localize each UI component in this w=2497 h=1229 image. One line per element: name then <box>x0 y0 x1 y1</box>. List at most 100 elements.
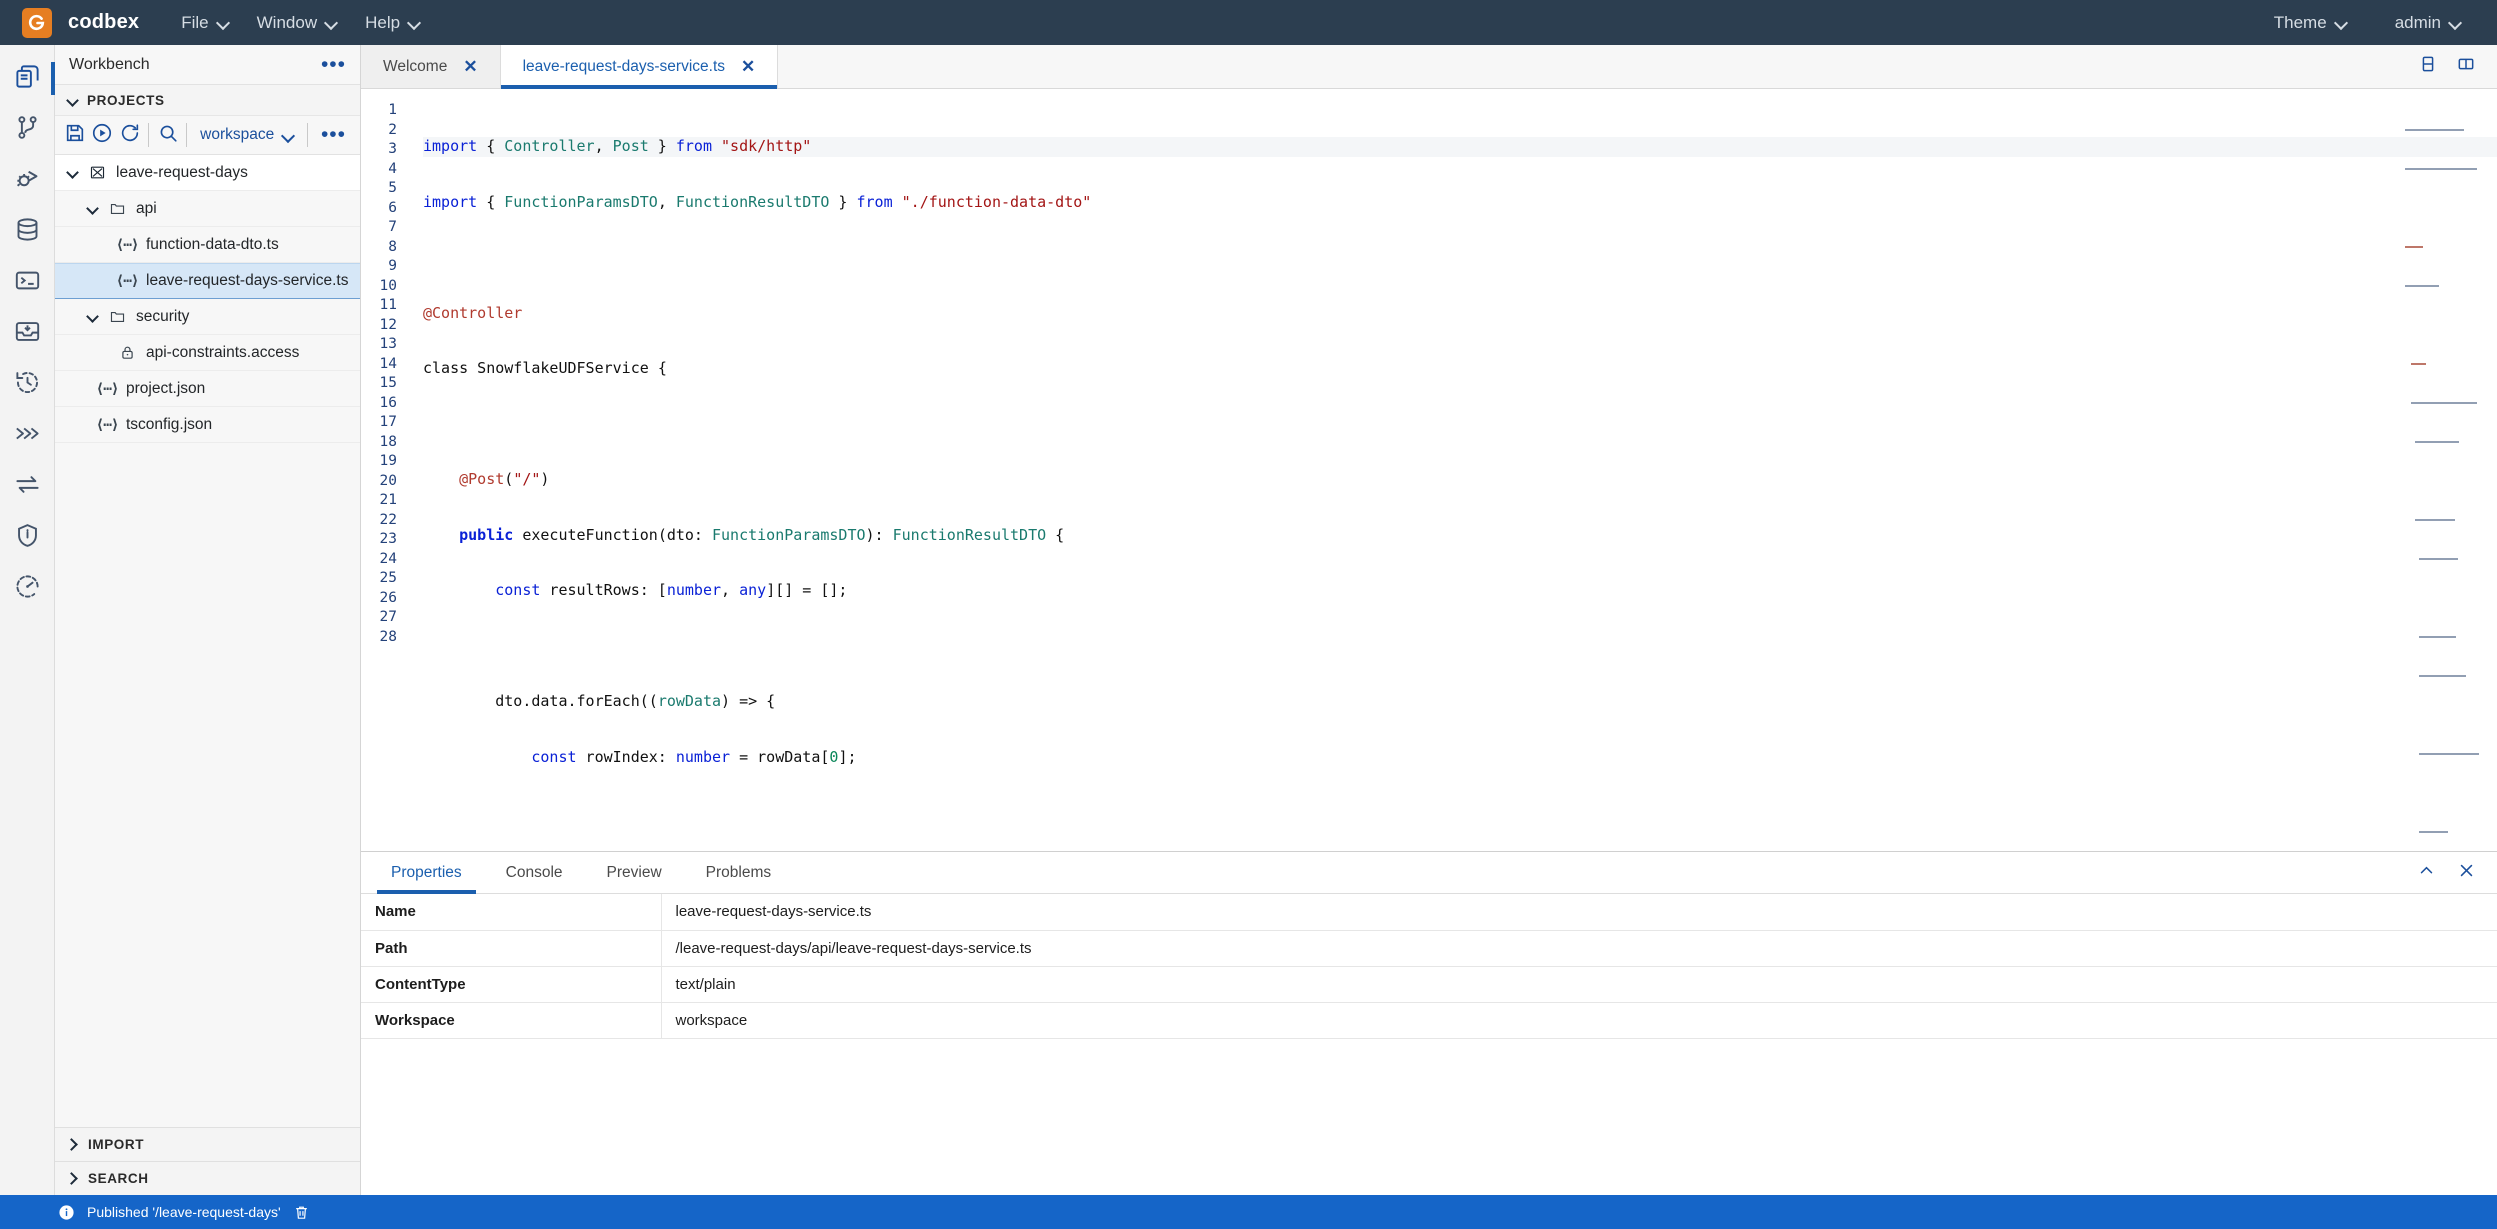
activity-bar <box>0 45 55 1195</box>
activity-item-history[interactable] <box>0 359 55 410</box>
explorer-more-button[interactable]: ••• <box>321 54 346 75</box>
tree-item-label: tsconfig.json <box>126 415 213 433</box>
chevron-right-icon <box>67 1139 78 1150</box>
explorer-footer: IMPORT SEARCH <box>55 1127 360 1195</box>
line-number: 11 <box>379 297 397 313</box>
panel-collapse-button[interactable] <box>2411 858 2441 888</box>
chevron-right-icon <box>67 1173 78 1184</box>
line-number: 3 <box>388 141 397 157</box>
panel-tab-preview[interactable]: Preview <box>585 852 684 893</box>
workspace-dropdown-label: workspace <box>200 126 275 143</box>
section-search[interactable]: SEARCH <box>55 1161 360 1195</box>
workbench-icon <box>14 63 41 95</box>
tree-item-api-constraints-access[interactable]: api-constraints.access <box>55 335 360 371</box>
activity-item-transfer[interactable] <box>0 461 55 512</box>
panel-tab-problems[interactable]: Problems <box>684 852 793 893</box>
line-number: 15 <box>379 375 397 391</box>
project-tree: leave-request-days api ⟨⋯⟩ function-data… <box>55 155 360 1127</box>
activity-item-debugger[interactable] <box>0 155 55 206</box>
activity-item-workbench[interactable] <box>0 53 55 104</box>
activity-item-security[interactable] <box>0 512 55 563</box>
close-icon[interactable]: ✕ <box>463 58 477 75</box>
code-content[interactable]: import { Controller, Post } from "sdk/ht… <box>405 89 2497 851</box>
tree-item-api[interactable]: api <box>55 191 360 227</box>
menu-user[interactable]: admin <box>2381 7 2475 39</box>
activity-item-chevrons[interactable] <box>0 410 55 461</box>
workspace-dropdown[interactable]: workspace <box>192 126 302 144</box>
activity-item-terminal[interactable] <box>0 257 55 308</box>
project-icon <box>87 163 107 183</box>
panel-controls <box>2411 852 2497 893</box>
search-button[interactable] <box>154 119 181 152</box>
menu-file[interactable]: File <box>167 7 242 39</box>
tree-item-security[interactable]: security <box>55 299 360 335</box>
table-row: Workspace workspace <box>361 1002 2497 1039</box>
panel-close-button[interactable] <box>2451 858 2481 888</box>
section-projects-label: PROJECTS <box>87 92 165 108</box>
projects-more-button[interactable]: ••• <box>313 124 354 145</box>
tree-item-label: project.json <box>126 379 206 397</box>
line-number: 4 <box>388 160 397 177</box>
tab-welcome[interactable]: Welcome ✕ <box>361 45 501 88</box>
status-message-group: Published '/leave-request-days' <box>58 1204 310 1221</box>
property-key: Workspace <box>361 1002 662 1039</box>
properties-table: Name leave-request-days-service.ts Path … <box>361 894 2497 1039</box>
line-number: 23 <box>379 531 397 547</box>
activity-item-monitoring[interactable] <box>0 563 55 614</box>
section-search-label: SEARCH <box>88 1171 149 1186</box>
line-number: 10 <box>379 277 397 294</box>
menu-theme[interactable]: Theme <box>2260 7 2361 39</box>
code-editor[interactable]: 1 2 3 4 5 6 7 8 9 10 11 12 13 14 15 16 1 <box>361 89 2497 851</box>
code-line-8: public executeFunction(dto: FunctionPara… <box>459 525 1065 544</box>
table-row: Name leave-request-days-service.ts <box>361 894 2497 931</box>
trash-icon[interactable] <box>293 1204 310 1221</box>
chevron-down-icon[interactable] <box>67 167 78 178</box>
chevron-down-icon <box>283 130 294 141</box>
database-icon <box>14 216 41 248</box>
line-number: 14 <box>379 355 397 372</box>
publish-icon <box>91 122 113 149</box>
menu-window[interactable]: Window <box>243 7 351 39</box>
json-file-icon: ⟨⋯⟩ <box>95 380 119 397</box>
panel-tab-console[interactable]: Console <box>484 852 585 893</box>
activity-item-inbox[interactable] <box>0 308 55 359</box>
section-import[interactable]: IMPORT <box>55 1127 360 1161</box>
save-icon <box>64 122 86 149</box>
section-projects[interactable]: PROJECTS <box>55 85 360 116</box>
menu-help-label: Help <box>365 12 401 32</box>
explorer-title: Workbench <box>69 55 150 73</box>
code-line-4: @Controller <box>423 303 523 322</box>
tree-item-tsconfig-json[interactable]: ⟨⋯⟩ tsconfig.json <box>55 407 360 443</box>
tree-item-project-json[interactable]: ⟨⋯⟩ project.json <box>55 371 360 407</box>
ts-file-icon: ⟨⋯⟩ <box>115 273 139 289</box>
line-number: 13 <box>379 336 397 352</box>
publish-button[interactable] <box>88 119 115 152</box>
panel-tab-properties[interactable]: Properties <box>369 852 484 894</box>
menu-help[interactable]: Help <box>351 7 434 39</box>
tab-leave-request-days-service[interactable]: leave-request-days-service.ts ✕ <box>500 45 779 89</box>
activity-item-database[interactable] <box>0 206 55 257</box>
code-line-2: import { FunctionParamsDTO, FunctionResu… <box>423 192 1092 211</box>
line-number: 9 <box>388 258 397 274</box>
info-icon <box>58 1204 75 1221</box>
close-icon[interactable]: ✕ <box>741 58 755 75</box>
code-line-5: class SnowflakeUDFService { <box>423 359 667 377</box>
tree-item-leave-request-days-service[interactable]: ⟨⋯⟩ leave-request-days-service.ts <box>55 263 360 299</box>
split-horizontal-button[interactable] <box>2411 50 2445 84</box>
line-number: 26 <box>379 589 397 606</box>
activity-item-git[interactable] <box>0 104 55 155</box>
tree-item-function-data-dto[interactable]: ⟨⋯⟩ function-data-dto.ts <box>55 227 360 263</box>
line-number: 1 <box>388 102 397 118</box>
line-number: 8 <box>388 238 397 255</box>
chevron-down-icon[interactable] <box>87 311 98 322</box>
refresh-button[interactable] <box>116 119 143 152</box>
tree-item-leave-request-days[interactable]: leave-request-days <box>55 155 360 191</box>
save-all-button[interactable] <box>61 119 88 152</box>
code-minimap[interactable] <box>2405 93 2489 833</box>
menu-window-label: Window <box>256 12 318 32</box>
chevron-down-icon[interactable] <box>87 203 98 214</box>
split-vertical-button[interactable] <box>2449 50 2483 84</box>
